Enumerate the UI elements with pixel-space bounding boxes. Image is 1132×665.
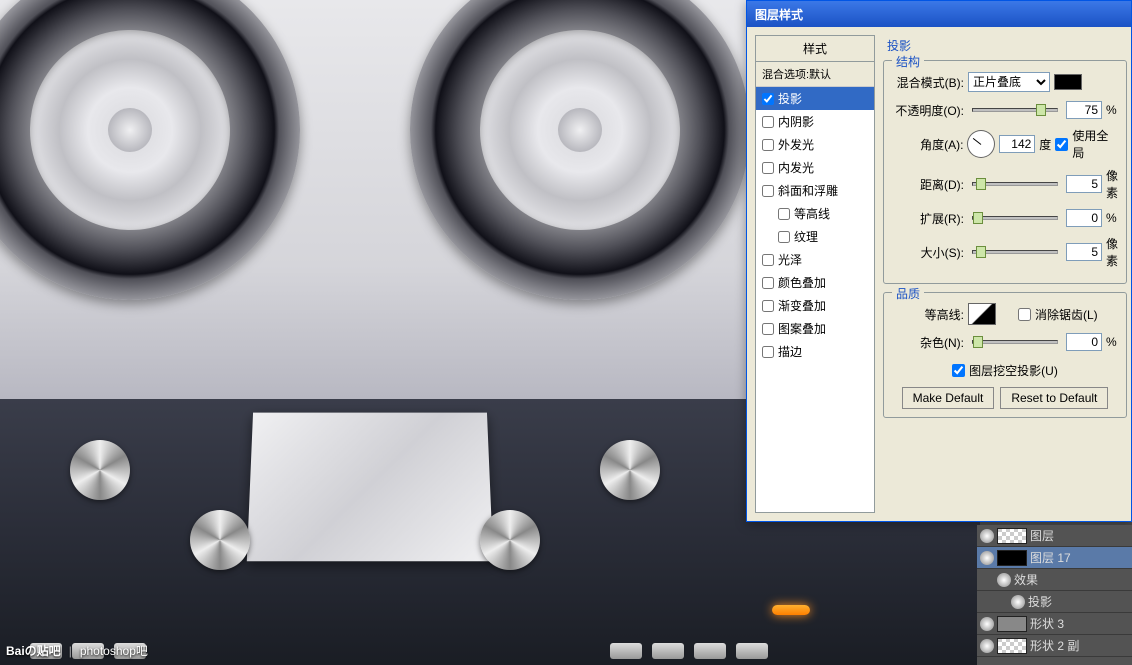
make-default-button[interactable]: Make Default xyxy=(902,387,995,409)
styles-header[interactable]: 样式 xyxy=(756,36,874,62)
layer-row[interactable]: 图层 xyxy=(977,525,1132,547)
contour-label: 等高线: xyxy=(890,306,964,323)
effect-checkbox[interactable] xyxy=(762,254,774,266)
distance-slider[interactable] xyxy=(972,182,1058,186)
effects-list: 样式 混合选项:默认 投影 内阴影 外发光 内发光 斜面和浮雕 等高线 纹理 光… xyxy=(755,35,875,513)
knockout-label: 图层挖空投影(U) xyxy=(969,362,1058,379)
angle-input[interactable] xyxy=(999,135,1035,153)
use-global-light-checkbox[interactable] xyxy=(1055,138,1068,151)
size-input[interactable] xyxy=(1066,243,1102,261)
layer-row[interactable]: 形状 2 副 xyxy=(977,635,1132,657)
spread-label: 扩展(R): xyxy=(890,210,964,227)
blend-options-default[interactable]: 混合选项:默认 xyxy=(756,62,874,87)
led-indicator xyxy=(772,605,810,615)
angle-dial[interactable] xyxy=(967,130,995,158)
effect-drop-shadow[interactable]: 投影 xyxy=(756,87,874,110)
roller xyxy=(600,440,660,500)
structure-group: 结构 混合模式(B): 正片叠底 不透明度(O): % 角度(A): 度 xyxy=(883,60,1127,284)
tape-head-plate xyxy=(247,413,493,562)
dialog-title[interactable]: 图层样式 xyxy=(747,1,1131,27)
effect-checkbox[interactable] xyxy=(762,323,774,335)
watermark: Baiの贴吧 | photoshop吧 xyxy=(6,642,148,659)
effect-gradient-overlay[interactable]: 渐变叠加 xyxy=(756,294,874,317)
effect-inner-glow[interactable]: 内发光 xyxy=(756,156,874,179)
visibility-icon[interactable] xyxy=(980,617,994,631)
effect-color-overlay[interactable]: 颜色叠加 xyxy=(756,271,874,294)
visibility-icon[interactable] xyxy=(980,529,994,543)
layer-effect-item[interactable]: 投影 xyxy=(977,591,1132,613)
angle-label: 角度(A): xyxy=(890,136,963,153)
effect-checkbox[interactable] xyxy=(762,116,774,128)
opacity-input[interactable] xyxy=(1066,101,1102,119)
knockout-checkbox[interactable] xyxy=(952,364,965,377)
effect-checkbox[interactable] xyxy=(778,208,790,220)
group-title: 结构 xyxy=(892,53,924,70)
effect-outer-glow[interactable]: 外发光 xyxy=(756,133,874,156)
quality-group: 品质 等高线: 消除锯齿(L) 杂色(N): % 图层挖空投影(U) xyxy=(883,292,1127,418)
distance-input[interactable] xyxy=(1066,175,1102,193)
blend-mode-select[interactable]: 正片叠底 xyxy=(968,72,1050,92)
effect-stroke[interactable]: 描边 xyxy=(756,340,874,363)
watermark-logo: Baiの贴吧 xyxy=(6,642,61,659)
layer-row[interactable]: 图层 17 xyxy=(977,547,1132,569)
reset-default-button[interactable]: Reset to Default xyxy=(1000,387,1108,409)
effect-checkbox[interactable] xyxy=(762,300,774,312)
watermark-text: photoshop吧 xyxy=(80,642,148,659)
layers-panel: 图层 图层 17 效果 投影 形状 3 形状 2 副 xyxy=(977,525,1132,665)
distance-label: 距离(D): xyxy=(890,176,964,193)
effect-checkbox[interactable] xyxy=(762,185,774,197)
blend-mode-label: 混合模式(B): xyxy=(890,74,964,91)
effect-texture[interactable]: 纹理 xyxy=(756,225,874,248)
effect-checkbox[interactable] xyxy=(778,231,790,243)
layer-effects-row[interactable]: 效果 xyxy=(977,569,1132,591)
spread-input[interactable] xyxy=(1066,209,1102,227)
use-global-light-label: 使用全局 xyxy=(1072,127,1120,161)
size-label: 大小(S): xyxy=(890,244,964,261)
effect-checkbox[interactable] xyxy=(762,277,774,289)
noise-slider[interactable] xyxy=(972,340,1058,344)
visibility-icon[interactable] xyxy=(997,573,1011,587)
roller xyxy=(480,510,540,570)
effect-checkbox[interactable] xyxy=(762,346,774,358)
noise-label: 杂色(N): xyxy=(890,334,964,351)
effect-checkbox[interactable] xyxy=(762,162,774,174)
layer-row[interactable]: 形状 3 xyxy=(977,613,1132,635)
antialias-label: 消除锯齿(L) xyxy=(1035,306,1098,323)
layer-style-dialog: 图层样式 样式 混合选项:默认 投影 内阴影 外发光 内发光 斜面和浮雕 等高线… xyxy=(746,0,1132,522)
roller xyxy=(190,510,250,570)
effect-checkbox[interactable] xyxy=(762,139,774,151)
effect-inner-shadow[interactable]: 内阴影 xyxy=(756,110,874,133)
contour-picker[interactable] xyxy=(968,303,996,325)
opacity-slider[interactable] xyxy=(972,108,1058,112)
visibility-icon[interactable] xyxy=(980,639,994,653)
panel-title: 投影 xyxy=(887,37,1127,54)
effect-satin[interactable]: 光泽 xyxy=(756,248,874,271)
effect-contour[interactable]: 等高线 xyxy=(756,202,874,225)
effect-settings-panel: 投影 结构 混合模式(B): 正片叠底 不透明度(O): % 角度(A): xyxy=(879,27,1131,521)
effect-checkbox[interactable] xyxy=(762,93,774,105)
noise-input[interactable] xyxy=(1066,333,1102,351)
effect-bevel-emboss[interactable]: 斜面和浮雕 xyxy=(756,179,874,202)
roller xyxy=(70,440,130,500)
tape-reel-right xyxy=(410,0,750,300)
antialias-checkbox[interactable] xyxy=(1018,308,1031,321)
effect-pattern-overlay[interactable]: 图案叠加 xyxy=(756,317,874,340)
tape-reel-left xyxy=(0,0,300,300)
opacity-label: 不透明度(O): xyxy=(890,102,964,119)
switch-row xyxy=(610,643,768,659)
shadow-color-swatch[interactable] xyxy=(1054,74,1082,90)
visibility-icon[interactable] xyxy=(980,551,994,565)
visibility-icon[interactable] xyxy=(1011,595,1025,609)
spread-slider[interactable] xyxy=(972,216,1058,220)
size-slider[interactable] xyxy=(972,250,1058,254)
group-title: 品质 xyxy=(892,285,924,302)
